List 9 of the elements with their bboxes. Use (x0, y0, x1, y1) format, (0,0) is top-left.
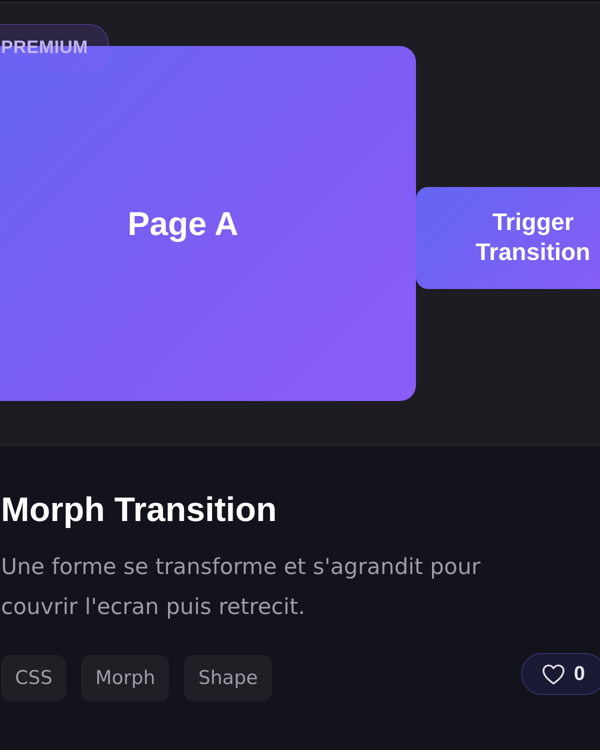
tag: Morph (81, 655, 170, 701)
card-description: Une forme se transforme et s'agrandit pour couvrir l'ecran puis retrecit. (1, 554, 482, 622)
trigger-button[interactable]: Trigger Transition (416, 187, 600, 289)
like-button[interactable]: 0 (520, 653, 600, 695)
card-title: Morph Transition (1, 490, 278, 530)
tag: CSS (1, 655, 66, 701)
heart-icon (542, 664, 565, 684)
page-label: Page A (128, 204, 238, 242)
tag: Shape (184, 655, 272, 701)
